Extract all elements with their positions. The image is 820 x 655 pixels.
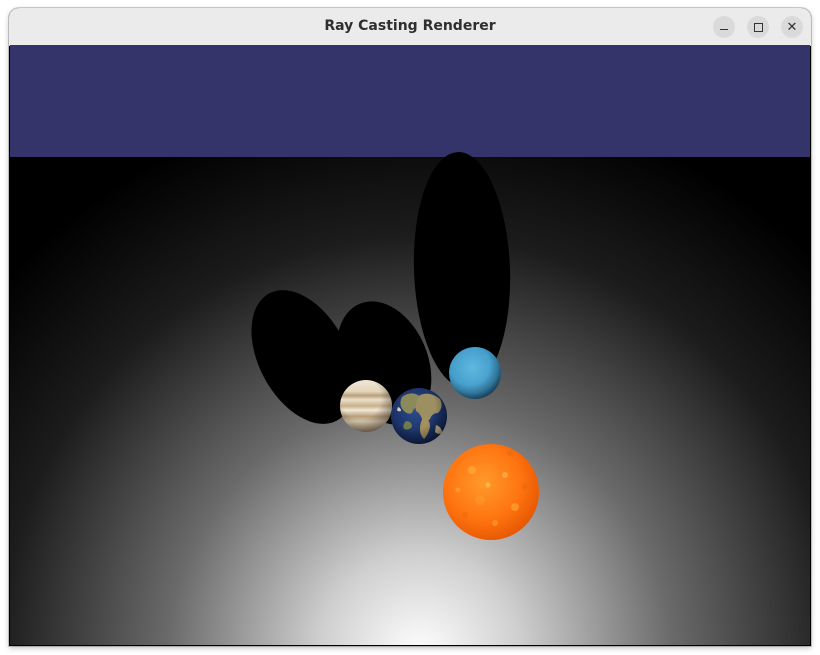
sky-background <box>10 45 810 157</box>
maximize-icon <box>753 22 763 32</box>
minimize-icon <box>720 29 728 30</box>
app-window: Ray Casting Renderer ✕ <box>9 8 811 646</box>
earth-sphere <box>391 388 447 444</box>
minimize-button[interactable] <box>713 16 735 38</box>
render-canvas <box>10 45 810 645</box>
render-viewport <box>10 45 810 645</box>
close-button[interactable]: ✕ <box>781 16 803 38</box>
window-title: Ray Casting Renderer <box>324 18 496 34</box>
maximize-button[interactable] <box>747 16 769 38</box>
title-bar[interactable]: Ray Casting Renderer ✕ <box>9 8 811 46</box>
close-icon: ✕ <box>786 19 798 35</box>
uranus-sphere <box>449 347 501 399</box>
sun-sphere <box>443 444 539 540</box>
jupiter-sphere <box>340 380 392 432</box>
